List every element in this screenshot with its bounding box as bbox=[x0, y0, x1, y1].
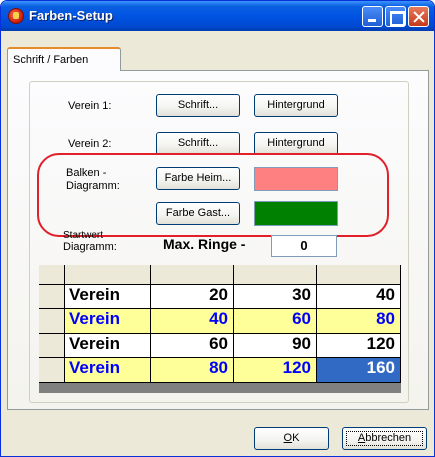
grid-row[interactable]: Verein 80 120 160 bbox=[39, 358, 401, 383]
app-icon bbox=[8, 8, 24, 24]
title-bar[interactable]: Farben-Setup bbox=[1, 1, 434, 31]
farbe-gast-button[interactable]: Farbe Gast... bbox=[156, 202, 240, 225]
grid-header-cell bbox=[65, 265, 151, 285]
grid-cell-value[interactable]: 60 bbox=[234, 309, 317, 334]
farbe-gast-swatch bbox=[254, 201, 338, 226]
verein1-hintergrund-button[interactable]: Hintergrund bbox=[254, 94, 338, 117]
grid-cell-value[interactable]: 90 bbox=[234, 334, 317, 358]
window-title: Farben-Setup bbox=[29, 8, 113, 23]
max-ringe-input[interactable]: 0 bbox=[271, 235, 337, 257]
minimize-button[interactable] bbox=[362, 6, 383, 27]
verein1-schrift-button[interactable]: Schrift... bbox=[156, 94, 240, 117]
preview-grid[interactable]: Verein 20 30 40 Verein 40 60 80 Verein 60 90 120 Ver… bbox=[39, 265, 401, 393]
grid-cell-value[interactable]: 40 bbox=[317, 285, 401, 309]
grid-cell-value[interactable]: 60 bbox=[151, 334, 234, 358]
grid-cell-name[interactable]: Verein bbox=[65, 285, 151, 309]
max-ringe-label: Max. Ringe - bbox=[163, 236, 246, 252]
grid-cell-value[interactable]: 120 bbox=[234, 358, 317, 383]
ok-button[interactable]: OK bbox=[254, 427, 329, 450]
focus-rect bbox=[346, 431, 423, 446]
grid-cell-value[interactable]: 160 bbox=[317, 358, 401, 383]
grid-row-header bbox=[39, 358, 65, 383]
grid-cell-value[interactable]: 80 bbox=[151, 358, 234, 383]
verein2-label: Verein 2: bbox=[68, 138, 112, 150]
startwert-label-line1: Startwert bbox=[63, 230, 104, 241]
grid-cell-value[interactable]: 120 bbox=[317, 334, 401, 358]
balken-label-line1: Balken - bbox=[66, 167, 107, 179]
grid-header-cell bbox=[317, 265, 401, 285]
tab-label: Schrift / Farben bbox=[13, 54, 89, 66]
maximize-button[interactable] bbox=[385, 6, 406, 27]
ok-label-rest: K bbox=[292, 432, 300, 444]
grid-row[interactable]: Verein 20 30 40 bbox=[39, 285, 401, 309]
grid-corner bbox=[39, 265, 65, 285]
balken-label-line2: Diagramm: bbox=[66, 180, 120, 192]
verein2-schrift-button[interactable]: Schrift... bbox=[156, 132, 240, 155]
startwert-label-line2: Diagramm: bbox=[63, 241, 117, 253]
abbrechen-button[interactable]: Abbrechen bbox=[342, 427, 427, 450]
tab-schrift-farben[interactable]: Schrift / Farben bbox=[7, 47, 121, 71]
grid-row[interactable]: Verein 60 90 120 bbox=[39, 334, 401, 358]
farbe-heim-swatch bbox=[254, 167, 338, 191]
grid-cell-value[interactable]: 40 bbox=[151, 309, 234, 334]
grid-cell-name[interactable]: Verein bbox=[65, 334, 151, 358]
grid-row-header bbox=[39, 285, 65, 309]
grid-row[interactable]: Verein 40 60 80 bbox=[39, 309, 401, 334]
grid-row-header bbox=[39, 334, 65, 358]
grid-header-cell bbox=[151, 265, 234, 285]
verein2-hintergrund-button[interactable]: Hintergrund bbox=[254, 132, 338, 155]
ok-mnemonic: O bbox=[283, 432, 293, 444]
close-button[interactable] bbox=[408, 6, 429, 27]
grid-cell-name[interactable]: Verein bbox=[65, 309, 151, 334]
grid-cell-name[interactable]: Verein bbox=[65, 358, 151, 383]
verein1-label: Verein 1: bbox=[68, 100, 112, 112]
farben-setup-window: Farben-Setup Schrift / Farben Verein 1: … bbox=[0, 0, 435, 457]
farbe-heim-button[interactable]: Farbe Heim... bbox=[156, 167, 240, 190]
grid-cell-value[interactable]: 80 bbox=[317, 309, 401, 334]
grid-row-header bbox=[39, 309, 65, 334]
grid-cell-value[interactable]: 20 bbox=[151, 285, 234, 309]
grid-cell-value[interactable]: 30 bbox=[234, 285, 317, 309]
grid-header-row bbox=[39, 265, 401, 285]
grid-header-cell bbox=[234, 265, 317, 285]
